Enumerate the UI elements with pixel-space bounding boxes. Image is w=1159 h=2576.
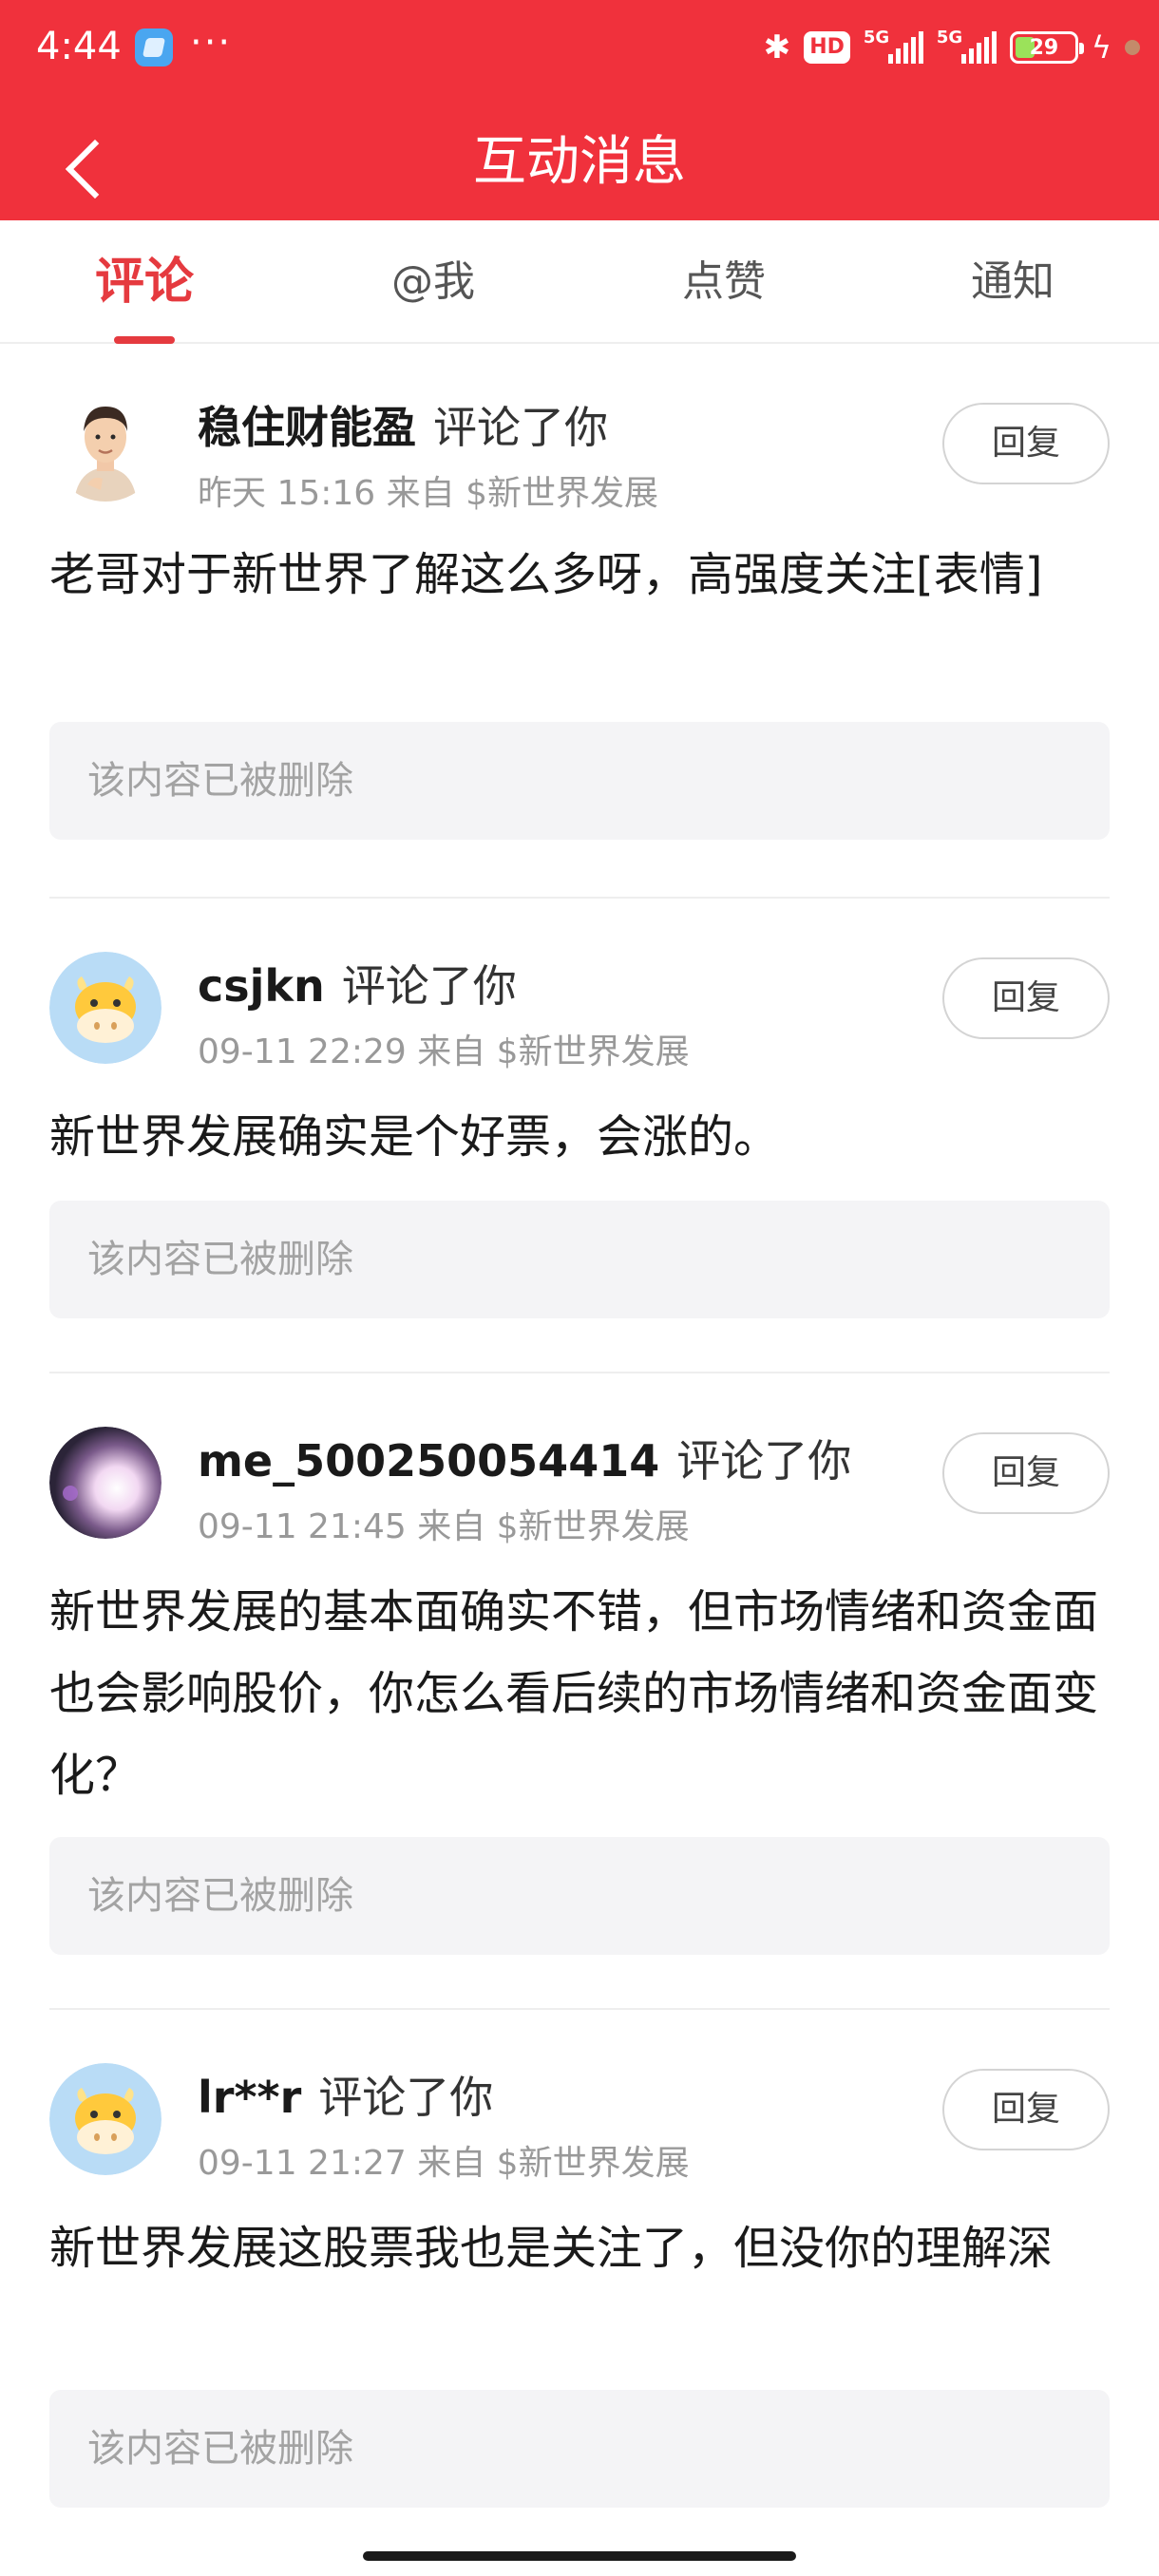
deleted-content-box: 该内容已被删除 — [49, 722, 1110, 840]
comment-list: 稳住财能盈 评论了你 昨天 15:16 来自 $新世界发展 回复 老哥对于新世界了… — [0, 346, 1159, 2561]
tab-notifications[interactable]: 通知 — [899, 220, 1127, 344]
signal-5g-label-2: 5G — [936, 28, 963, 47]
username-text: me_500250054414 — [198, 1435, 660, 1487]
tab-bar: 评论 @我 点赞 通知 — [0, 220, 1159, 344]
username[interactable]: lr**r 评论了你 — [198, 2063, 493, 2126]
status-icons: ✱ HD 5G 5G 29 ϟ — [764, 27, 1140, 68]
comment-item: 稳住财能盈 评论了你 昨天 15:16 来自 $新世界发展 回复 老哥对于新世界了… — [49, 346, 1110, 899]
action-text: 评论了你 — [318, 2072, 494, 2123]
status-bar: 4:44 ··· ✱ HD 5G 5G 29 ϟ — [0, 0, 1159, 104]
comment-meta: 09-11 21:45 来自 $新世界发展 — [198, 1507, 690, 1546]
status-time: 4:44 — [36, 25, 122, 68]
bluetooth-icon: ✱ — [763, 28, 791, 66]
comment-meta: 09-11 22:29 来自 $新世界发展 — [198, 1032, 690, 1071]
comment-meta: 09-11 21:27 来自 $新世界发展 — [198, 2144, 690, 2183]
deleted-content-box: 该内容已被删除 — [49, 1837, 1110, 1955]
privacy-indicator-icon — [1125, 40, 1140, 55]
avatar[interactable] — [49, 389, 162, 502]
memoji-avatar-icon — [49, 389, 162, 502]
comment-item: csjkn 评论了你 09-11 22:29 来自 $新世界发展 回复 新世界发展… — [49, 899, 1110, 1373]
app-header: 4:44 ··· ✱ HD 5G 5G 29 ϟ 互动消息 — [0, 0, 1159, 220]
deleted-content-box: 该内容已被删除 — [49, 1201, 1110, 1318]
reply-button[interactable]: 回复 — [942, 403, 1110, 484]
battery-level: 29 — [1029, 36, 1059, 60]
notification-app-icon — [135, 28, 173, 66]
username-text: csjkn — [198, 960, 325, 1012]
reply-button[interactable]: 回复 — [942, 1432, 1110, 1514]
avatar[interactable] — [49, 2063, 162, 2175]
comment-text[interactable]: 新世界发展确实是个好票，会涨的。 — [49, 1096, 1110, 1178]
comment-text[interactable]: 新世界发展的基本面确实不错，但市场情绪和资金面也会影响股价，你怎么看后续的市场情… — [49, 1571, 1110, 1816]
active-tab-indicator — [114, 336, 175, 344]
signal-5g-icon: 5G — [863, 28, 923, 64]
page-title: 互动消息 — [473, 131, 686, 193]
charging-icon: ϟ — [1091, 29, 1112, 66]
comment-text[interactable]: 老哥对于新世界了解这么多呀，高强度关注[表情] — [49, 534, 1110, 616]
cow-avatar-icon — [49, 952, 162, 1064]
action-text: 评论了你 — [433, 402, 608, 453]
action-text: 评论了你 — [341, 960, 517, 1012]
username-text: 稳住财能盈 — [198, 402, 416, 453]
comment-text[interactable]: 新世界发展这股票我也是关注了，但没你的理解深 — [49, 2207, 1110, 2289]
cow-avatar-icon — [49, 2063, 162, 2175]
deleted-content-box: 该内容已被删除 — [49, 2390, 1110, 2508]
avatar[interactable] — [49, 1427, 162, 1539]
signal-5g-icon-2: 5G — [936, 28, 997, 64]
more-notifications-icon: ··· — [190, 21, 233, 65]
title-bar: 互动消息 — [0, 104, 1159, 220]
photo-avatar-icon — [49, 1427, 162, 1539]
comment-item: me_500250054414 评论了你 09-11 21:45 来自 $新世界发… — [49, 1373, 1110, 2010]
action-text: 评论了你 — [676, 1435, 852, 1487]
tab-comments[interactable]: 评论 — [30, 220, 258, 344]
comment-meta: 昨天 15:16 来自 $新世界发展 — [198, 474, 658, 513]
username[interactable]: csjkn 评论了你 — [198, 952, 517, 1014]
hd-voice-icon: HD — [804, 31, 850, 64]
home-indicator[interactable] — [363, 2551, 796, 2561]
tab-likes[interactable]: 点赞 — [610, 220, 838, 344]
battery-icon: 29 — [1009, 31, 1084, 64]
username[interactable]: 稳住财能盈 评论了你 — [198, 393, 608, 456]
tab-mentions[interactable]: @我 — [319, 220, 547, 344]
signal-5g-label: 5G — [863, 28, 890, 47]
reply-button[interactable]: 回复 — [942, 957, 1110, 1039]
comment-item: lr**r 评论了你 09-11 21:27 来自 $新世界发展 回复 新世界发展… — [49, 2010, 1110, 2561]
username[interactable]: me_500250054414 评论了你 — [198, 1427, 851, 1489]
username-text: lr**r — [198, 2072, 302, 2123]
reply-button[interactable]: 回复 — [942, 2069, 1110, 2150]
avatar[interactable] — [49, 952, 162, 1064]
